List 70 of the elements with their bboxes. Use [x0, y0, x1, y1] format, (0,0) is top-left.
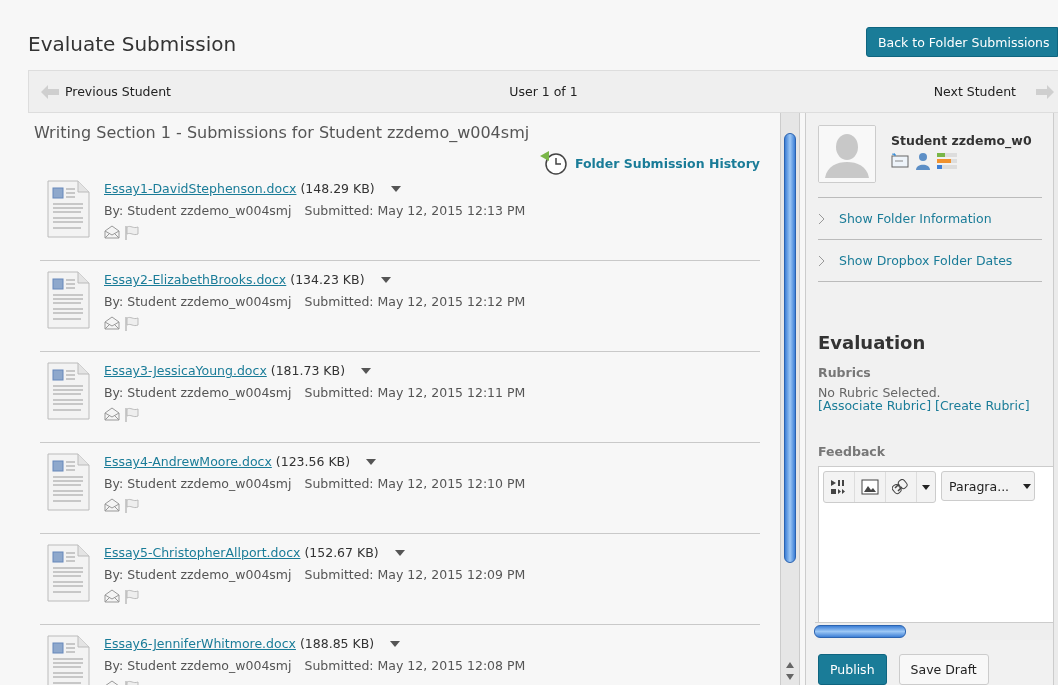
- document-icon: [47, 180, 90, 238]
- rubric-status: No Rubric Selected. [Associate Rubric] [Create Rubric]: [818, 386, 1031, 412]
- rubrics-label: Rubrics: [818, 365, 872, 380]
- caret-icon[interactable]: [390, 640, 401, 647]
- caret-icon[interactable]: [394, 549, 405, 556]
- caret-icon[interactable]: [366, 458, 377, 465]
- expand-link[interactable]: Show Folder Information: [818, 197, 1042, 239]
- publish-button[interactable]: Publish: [818, 654, 887, 685]
- envelope-icon[interactable]: [104, 589, 120, 603]
- file-size: (188.85 KB): [299, 636, 375, 651]
- file-link[interactable]: Essay2-ElizabethBrooks.docx: [104, 272, 287, 287]
- person-icon[interactable]: [915, 152, 931, 170]
- file-link[interactable]: Essay5-ChristopherAllport.docx: [104, 545, 301, 560]
- rubric-link[interactable]: [Create Rubric]: [935, 398, 1030, 413]
- next-student-link[interactable]: Next Student: [933, 84, 1058, 99]
- feedback-label: Feedback: [818, 444, 887, 459]
- rubric-link[interactable]: [Associate Rubric]: [818, 398, 931, 413]
- caret-icon: [1023, 483, 1032, 489]
- submitted-date: Submitted: May 12, 2015 12:10 PM: [304, 476, 526, 491]
- section-title: Writing Section 1 - Submissions for Student zzdemo_w004smj: [34, 123, 531, 142]
- file-size: (148.29 KB): [300, 181, 375, 196]
- document-icon: [47, 362, 90, 420]
- document-icon: [47, 635, 90, 685]
- envelope-icon[interactable]: [104, 498, 120, 512]
- file-size: (152.67 KB): [304, 545, 379, 560]
- envelope-icon[interactable]: [104, 225, 120, 239]
- submitted-date: Submitted: May 12, 2015 12:11 PM: [304, 385, 526, 400]
- file-link[interactable]: Essay3-JessicaYoung.docx: [104, 363, 267, 378]
- file-link[interactable]: Essay6-JenniferWhitmore.docx: [104, 636, 296, 651]
- file-link[interactable]: Essay4-AndrewMoore.docx: [104, 454, 272, 469]
- author-text: By: Student zzdemo_w004smj: [104, 658, 292, 673]
- scrollbar[interactable]: [780, 113, 800, 685]
- page-title: Evaluate Submission: [28, 31, 237, 56]
- document-icon: [47, 271, 90, 329]
- left-arrow-icon: [41, 84, 59, 99]
- submitted-date: Submitted: May 12, 2015 12:13 PM: [304, 203, 526, 218]
- right-arrow-icon: [1036, 84, 1054, 99]
- history-link[interactable]: Folder Submission History: [574, 155, 760, 171]
- file-link[interactable]: Essay1-DavidStephenson.docx: [104, 181, 297, 196]
- author-text: By: Student zzdemo_w004smj: [104, 294, 292, 309]
- message-icon[interactable]: [891, 152, 909, 168]
- format-dropdown[interactable]: Paragra...: [941, 471, 1036, 501]
- save-draft-button[interactable]: Save Draft: [898, 654, 989, 685]
- file-size: (123.56 KB): [275, 454, 351, 469]
- author-text: By: Student zzdemo_w004smj: [104, 203, 292, 218]
- avatar-icon: [818, 125, 876, 183]
- caret-icon[interactable]: [390, 185, 401, 192]
- caret-icon[interactable]: [361, 367, 372, 374]
- user-position: User 1 of 1: [509, 84, 578, 99]
- submitted-date: Submitted: May 12, 2015 12:12 PM: [304, 294, 526, 309]
- envelope-icon[interactable]: [104, 316, 120, 330]
- clock-icon: [538, 150, 569, 176]
- scrollbar[interactable]: [815, 622, 1053, 640]
- author-text: By: Student zzdemo_w004smj: [104, 567, 292, 582]
- document-icon: [47, 453, 90, 511]
- document-icon: [47, 544, 90, 602]
- progress-bars-icon[interactable]: [937, 152, 957, 170]
- evaluation-heading: Evaluation: [818, 332, 927, 353]
- expand-link[interactable]: Show Dropbox Folder Dates: [818, 239, 1042, 281]
- envelope-icon[interactable]: [104, 407, 120, 421]
- back-button[interactable]: Back to Folder Submissions: [866, 27, 1058, 57]
- submitted-date: Submitted: May 12, 2015 12:08 PM: [304, 658, 526, 673]
- file-size: (181.73 KB): [270, 363, 346, 378]
- author-text: By: Student zzdemo_w004smj: [104, 385, 292, 400]
- previous-student-link[interactable]: Previous Student: [29, 84, 510, 99]
- caret-icon[interactable]: [380, 276, 391, 283]
- file-size: (134.23 KB): [290, 272, 365, 287]
- submitted-date: Submitted: May 12, 2015 12:09 PM: [304, 567, 526, 582]
- author-text: By: Student zzdemo_w004smj: [104, 476, 292, 491]
- student-name: Student zzdemo_w0: [891, 133, 1032, 148]
